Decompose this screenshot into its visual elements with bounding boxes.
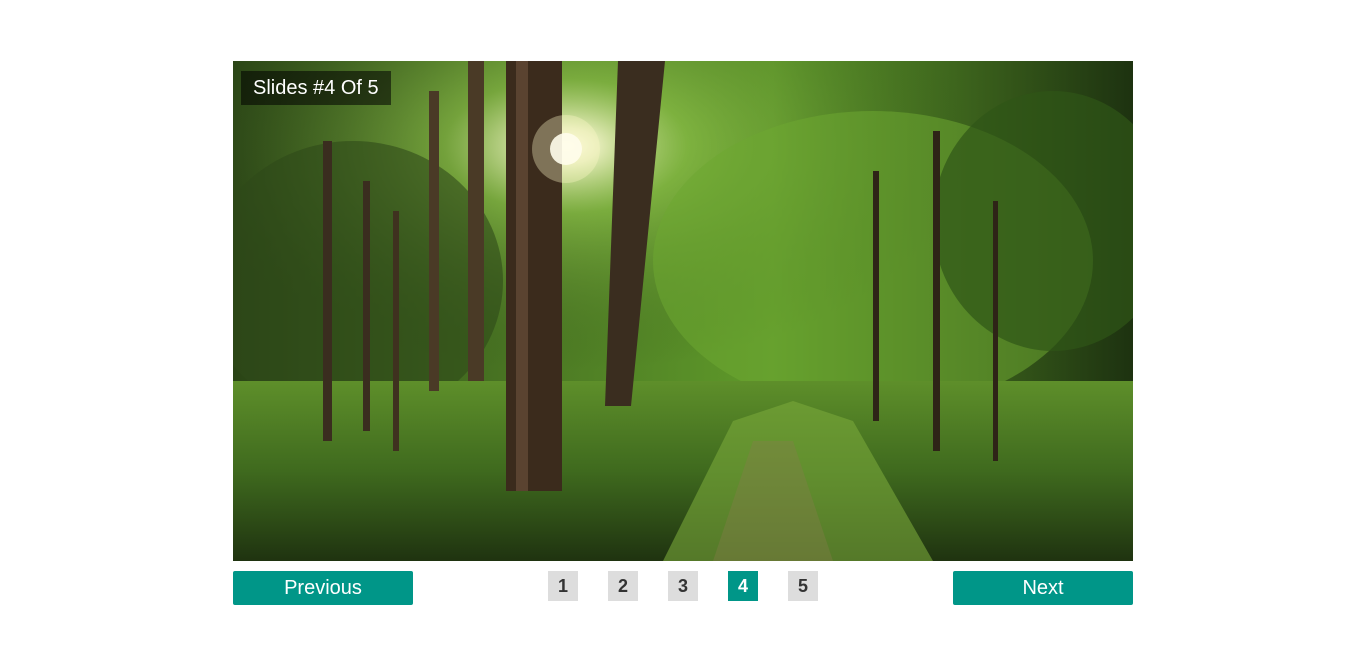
slide-dot-5[interactable]: 5 xyxy=(788,571,818,601)
slider-controls: Previous 1 2 3 4 5 Next xyxy=(233,571,1133,605)
slide-dot-3[interactable]: 3 xyxy=(668,571,698,601)
slide-dot-2[interactable]: 2 xyxy=(608,571,638,601)
slide-dot-1[interactable]: 1 xyxy=(548,571,578,601)
slide-image-forest xyxy=(233,61,1133,561)
previous-button[interactable]: Previous xyxy=(233,571,413,605)
image-slider: Slides #4 Of 5 xyxy=(233,61,1133,561)
slide-counter: Slides #4 Of 5 xyxy=(241,71,391,105)
next-button[interactable]: Next xyxy=(953,571,1133,605)
slide-dot-4[interactable]: 4 xyxy=(728,571,758,601)
